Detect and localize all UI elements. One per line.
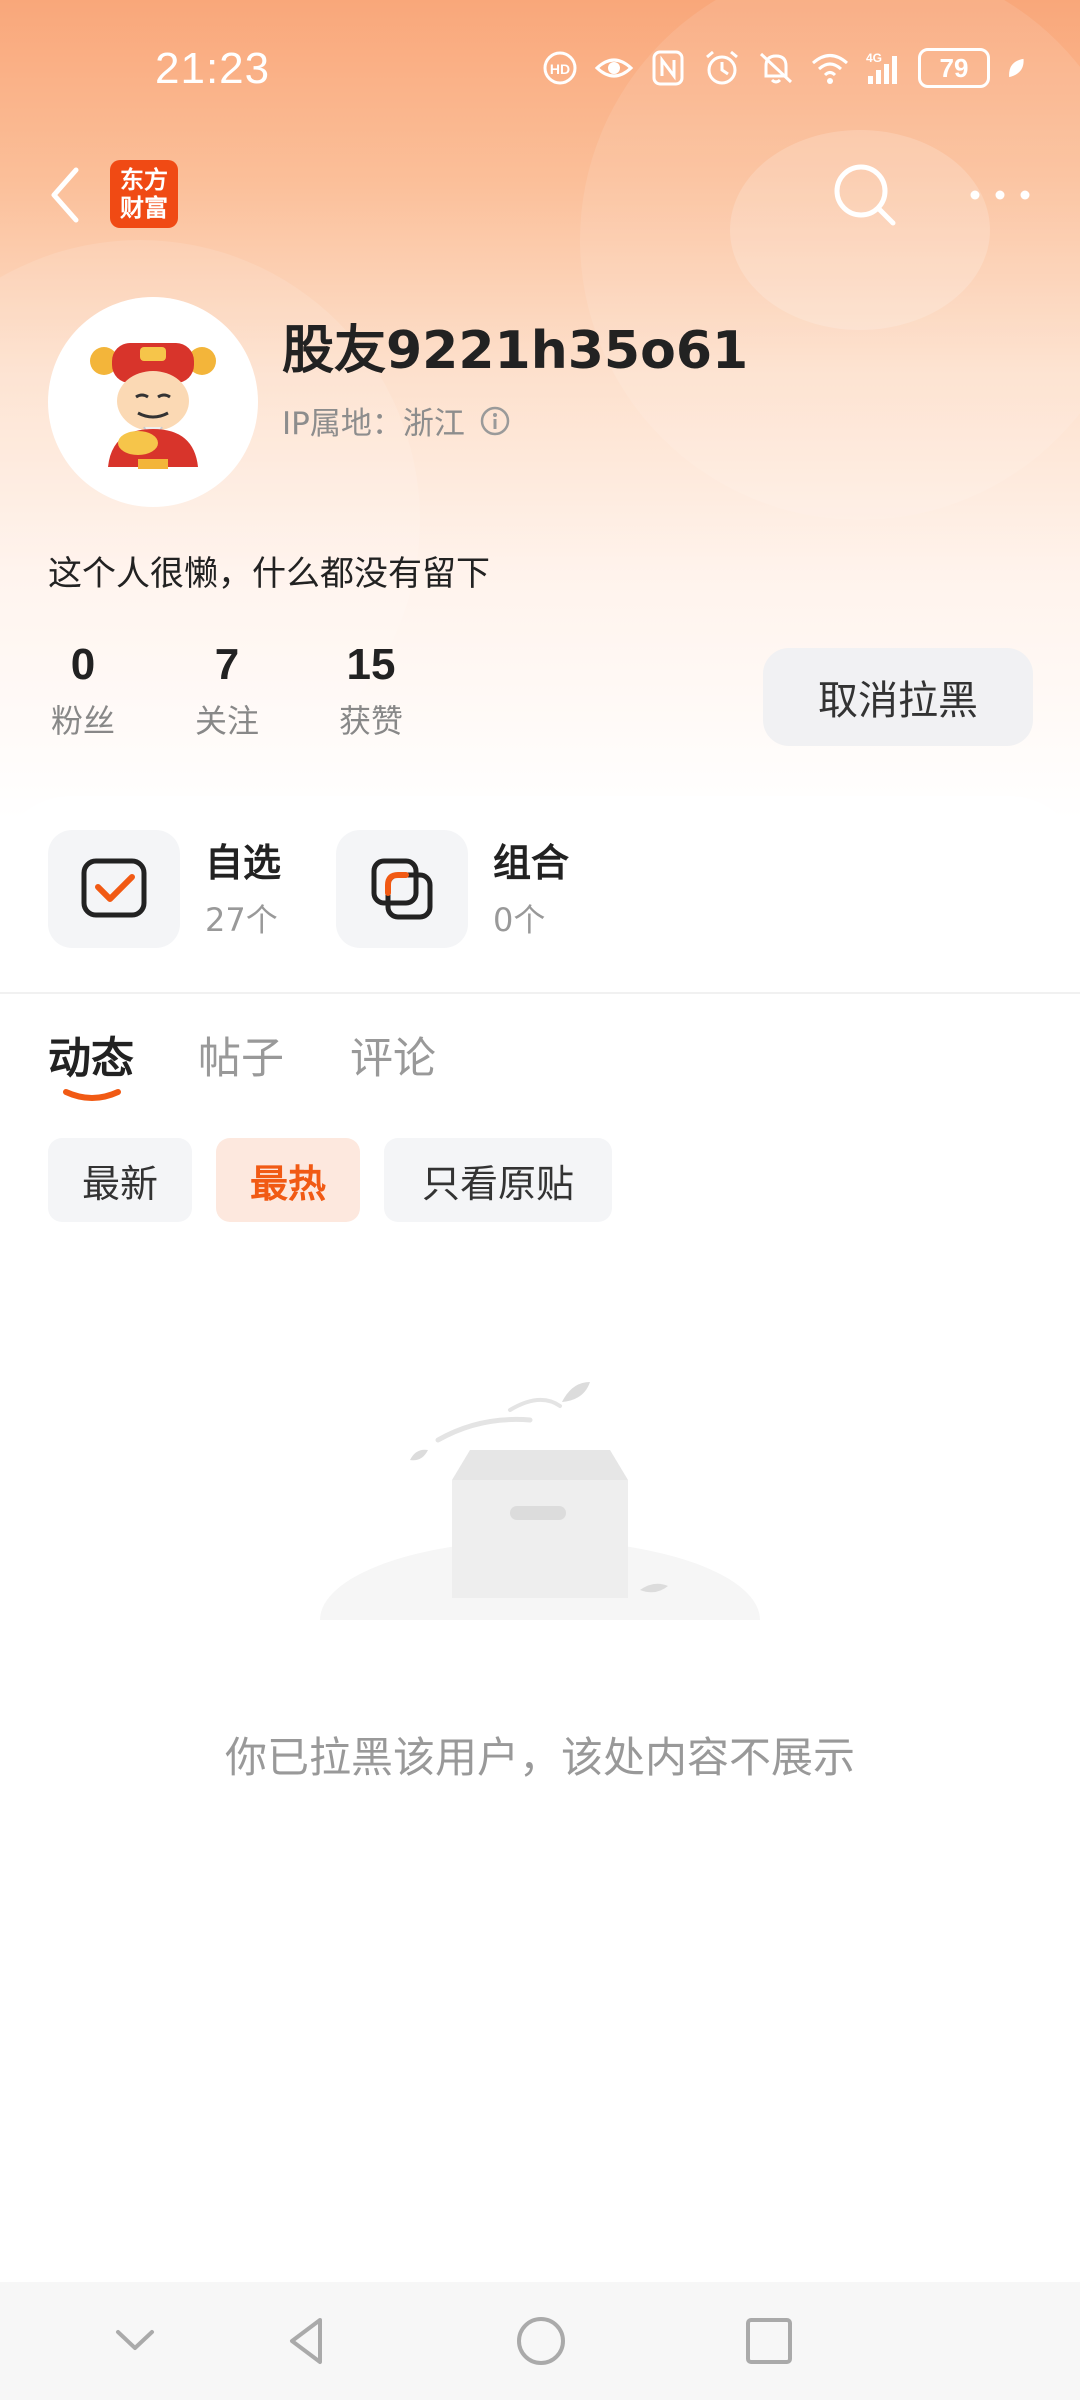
status-time: 21:23 [155,44,271,93]
stat-value: 7 [214,640,240,689]
stat-following[interactable]: 7 关注 [192,640,262,742]
tab-activity[interactable]: 动态 [48,1024,134,1086]
logo-text-line2: 财富 [120,194,168,222]
leaf-icon [1009,58,1024,78]
filter-latest[interactable]: 最新 [48,1138,192,1222]
search-icon[interactable] [825,155,905,235]
mute-icon [759,52,793,84]
unblock-button[interactable]: 取消拉黑 [763,648,1033,746]
app-logo[interactable]: 东方 财富 [110,160,178,228]
portfolio-count: 0个 [493,901,546,939]
watchlist-count: 27个 [205,901,278,939]
watchlist-check-icon [81,858,147,918]
svg-text:4G: 4G [866,51,882,65]
avatar[interactable] [48,297,258,507]
alarm-icon [706,50,738,85]
ip-location: IP属地：浙江 [282,398,511,443]
status-bar: 21:23 HD 4G 79 [0,0,1080,140]
stat-label: 获赞 [338,702,403,740]
username: 股友9221h35o61 [282,321,749,381]
stat-likes[interactable]: 15 获赞 [336,640,406,742]
recents-square-icon[interactable] [734,2306,804,2376]
chevron-down-icon[interactable] [100,2306,170,2376]
portfolio-title[interactable]: 组合 [493,832,569,887]
signal-4g-icon: 4G [866,51,897,84]
portfolio-icon [371,858,433,920]
svg-text:HD: HD [550,61,570,77]
back-button[interactable] [40,160,90,230]
tab-posts[interactable]: 帖子 [198,1024,284,1086]
avatar-character-image [90,343,216,469]
home-circle-icon[interactable] [506,2306,576,2376]
bio-text: 这个人很懒，什么都没有留下 [48,554,490,594]
stat-value: 0 [70,640,96,689]
system-nav-bar [0,2282,1080,2400]
empty-state-message: 你已拉黑该用户，该处内容不展示 [224,1733,855,1782]
battery-icon: 79 [918,48,990,88]
stat-label: 关注 [194,702,259,740]
back-triangle-icon[interactable] [272,2306,342,2376]
watchlist-title[interactable]: 自选 [205,832,281,887]
status-icons: HD 4G 79 [540,48,1030,88]
watchlist-tile[interactable] [48,830,180,948]
more-icon[interactable] [965,170,1035,220]
eye-icon [594,58,634,78]
stat-label: 粉丝 [50,702,115,740]
stat-value: 15 [346,640,396,689]
divider [0,992,1080,994]
stat-followers[interactable]: 0 粉丝 [48,640,118,742]
tab-comments[interactable]: 评论 [350,1024,436,1086]
empty-box-illustration [310,1382,770,1640]
nfc-icon: HD [543,51,577,85]
portfolio-tile[interactable] [336,830,468,948]
ip-location-label: IP属地：浙江 [282,406,465,442]
n-icon [652,50,684,86]
wifi-icon [812,54,848,84]
info-icon[interactable] [479,405,511,437]
active-tab-indicator [63,1089,121,1101]
filter-hottest[interactable]: 最热 [216,1138,360,1222]
filter-original-only[interactable]: 只看原贴 [384,1138,612,1222]
logo-text-line1: 东方 [120,166,168,194]
